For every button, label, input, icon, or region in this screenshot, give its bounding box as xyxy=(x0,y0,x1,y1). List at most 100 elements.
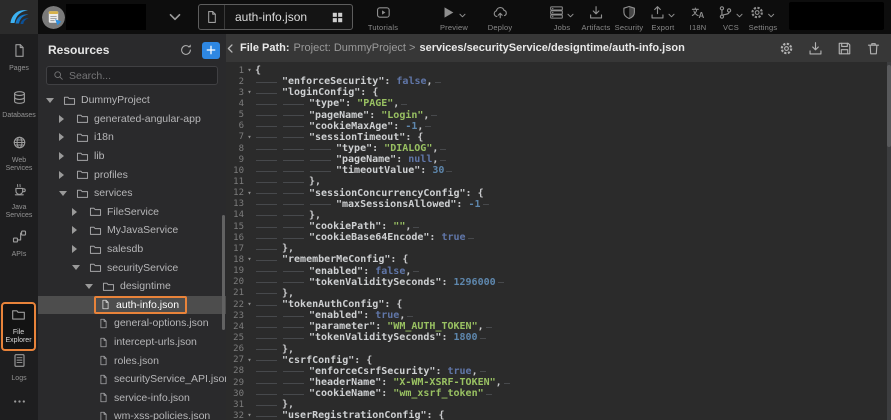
code-line-6[interactable]: 6"cookieMaxAge": -1, xyxy=(226,121,891,132)
code-line-18[interactable]: 18▾"rememberMeConfig": { xyxy=(226,254,891,265)
code-line-7[interactable]: 7▾"sessionTimeout": { xyxy=(226,132,891,143)
tree-item-designtime[interactable]: designtime xyxy=(38,277,226,296)
tree-item-auth-info-json[interactable]: auth-info.json xyxy=(38,296,226,315)
add-resource-button[interactable] xyxy=(202,42,220,59)
save-icon[interactable] xyxy=(837,41,852,56)
tree-item-intercept-urls-json[interactable]: intercept-urls.json xyxy=(38,333,226,352)
code-line-11[interactable]: 11}, xyxy=(226,176,891,187)
refresh-icon[interactable] xyxy=(179,43,193,57)
tree-item-fileservice[interactable]: FileService xyxy=(38,203,226,222)
chevron-expanded-icon[interactable] xyxy=(72,265,84,270)
code-line-23[interactable]: 23"enabled": true, xyxy=(226,310,891,321)
fold-marker-icon[interactable]: ▾ xyxy=(244,301,255,308)
toolbar-jobs-button[interactable]: Jobs xyxy=(549,4,575,32)
tree-item-profiles[interactable]: profiles xyxy=(38,165,226,184)
sidebar-item-logs[interactable]: Logs xyxy=(0,353,38,383)
code-line-14[interactable]: 14}, xyxy=(226,210,891,221)
fold-marker-icon[interactable]: ▾ xyxy=(244,190,255,197)
settings-icon[interactable] xyxy=(779,41,794,56)
sidebar-item-databases[interactable]: Databases xyxy=(0,90,38,120)
fold-marker-icon[interactable]: ▾ xyxy=(244,412,255,419)
code-line-25[interactable]: 25"tokenValiditySeconds": 1800 xyxy=(226,332,891,343)
toolbar-security-button[interactable]: Security xyxy=(615,4,644,32)
sidebar-item-apis[interactable]: APIs xyxy=(0,229,38,259)
tree-item-roles-json[interactable]: roles.json xyxy=(38,351,226,370)
fold-marker-icon[interactable]: ▾ xyxy=(244,67,255,74)
code-line-12[interactable]: 12▾"sessionConcurrencyConfig": { xyxy=(226,188,891,199)
toolbar-tutorials-button[interactable]: Tutorials xyxy=(368,4,398,32)
chevron-expanded-icon[interactable] xyxy=(59,191,71,196)
code-line-26[interactable]: 26}, xyxy=(226,344,891,355)
chevron-collapsed-icon[interactable] xyxy=(72,245,84,253)
toolbar-preview-button[interactable]: Preview xyxy=(440,4,468,32)
editor-scrollbar-thumb[interactable] xyxy=(887,65,891,147)
tree-item-salesdb[interactable]: salesdb xyxy=(38,240,226,259)
download-icon[interactable] xyxy=(808,41,823,56)
code-line-2[interactable]: 2"enforceSecurity": false, xyxy=(226,76,891,87)
code-line-5[interactable]: 5"pageName": "Login", xyxy=(226,110,891,121)
chevron-collapsed-icon[interactable] xyxy=(59,115,71,123)
code-editor[interactable]: 1▾{2"enforceSecurity": false,3▾"loginCon… xyxy=(226,62,891,420)
toolbar-vcs-button[interactable]: VCS xyxy=(718,4,744,32)
tree-item-securityservice[interactable]: securityService xyxy=(38,258,226,277)
delete-icon[interactable] xyxy=(866,41,881,56)
collapse-panel-button[interactable] xyxy=(226,41,237,56)
sidebar-item-more[interactable] xyxy=(0,394,38,414)
toolbar-artifacts-button[interactable]: Artifacts xyxy=(582,4,611,32)
toolbar-export-button[interactable]: Export xyxy=(650,4,676,32)
sidebar-item-web-services[interactable]: Web Services xyxy=(0,135,38,173)
fold-marker-icon[interactable]: ▾ xyxy=(244,134,255,141)
editor-scrollbar[interactable] xyxy=(887,62,891,420)
code-line-19[interactable]: 19"enabled": false, xyxy=(226,266,891,277)
code-line-30[interactable]: 30"cookieName": "wm_xsrf_token" xyxy=(226,388,891,399)
fold-marker-icon[interactable]: ▾ xyxy=(244,256,255,263)
tree-item-dummyproject[interactable]: DummyProject xyxy=(38,91,226,110)
resource-search-input[interactable]: Search... xyxy=(46,66,218,85)
fold-marker-icon[interactable]: ▾ xyxy=(244,89,255,96)
code-line-22[interactable]: 22▾"tokenAuthConfig": { xyxy=(226,299,891,310)
code-line-15[interactable]: 15"cookiePath": "", xyxy=(226,221,891,232)
fold-marker-icon[interactable]: ▾ xyxy=(244,357,255,364)
grid-icon[interactable] xyxy=(331,11,352,24)
chevron-collapsed-icon[interactable] xyxy=(59,133,71,141)
code-line-3[interactable]: 3▾"loginConfig": { xyxy=(226,87,891,98)
chevron-collapsed-icon[interactable] xyxy=(59,171,71,179)
code-line-27[interactable]: 27▾"csrfConfig": { xyxy=(226,355,891,366)
code-line-13[interactable]: 13"maxSessionsAllowed": -1 xyxy=(226,199,891,210)
code-line-28[interactable]: 28"enforceCsrfSecurity": true, xyxy=(226,366,891,377)
app-logo[interactable] xyxy=(0,0,38,34)
sidebar-item-pages[interactable]: Pages xyxy=(0,43,38,73)
sidebar-item-java-services[interactable]: Java Services xyxy=(0,182,38,220)
tree-item-lib[interactable]: lib xyxy=(38,147,226,166)
code-line-9[interactable]: 9"pageName": null, xyxy=(226,154,891,165)
tree-item-i18n[interactable]: i18n xyxy=(38,128,226,147)
tree-item-securityservice-api-json[interactable]: securityService_API.json xyxy=(38,370,226,389)
code-line-8[interactable]: 8"type": "DIALOG", xyxy=(226,143,891,154)
chevron-expanded-icon[interactable] xyxy=(85,284,97,289)
code-line-32[interactable]: 32▾"userRegistrationConfig": { xyxy=(226,410,891,420)
chevron-expanded-icon[interactable] xyxy=(46,98,58,103)
tree-scrollbar[interactable] xyxy=(222,215,225,330)
open-file-tab[interactable]: auth-info.json xyxy=(198,4,353,30)
tree-item-general-options-json[interactable]: general-options.json xyxy=(38,314,226,333)
code-line-4[interactable]: 4"type": "PAGE", xyxy=(226,98,891,109)
sidebar-item-file-explorer[interactable]: File Explorer xyxy=(1,302,36,351)
chevron-collapsed-icon[interactable] xyxy=(59,152,71,160)
chevron-collapsed-icon[interactable] xyxy=(72,226,84,234)
code-line-17[interactable]: 17}, xyxy=(226,243,891,254)
chevron-collapsed-icon[interactable] xyxy=(72,208,84,216)
project-switcher-chevron-icon[interactable] xyxy=(167,9,183,25)
tree-item-generated-angular-app[interactable]: generated-angular-app xyxy=(38,110,226,129)
code-line-10[interactable]: 10"timeoutValue": 30 xyxy=(226,165,891,176)
code-line-29[interactable]: 29"headerName": "X-WM-XSRF-TOKEN", xyxy=(226,377,891,388)
tree-item-wm-xss-policies-json[interactable]: wm-xss-policies.json xyxy=(38,407,226,420)
project-avatar[interactable] xyxy=(42,6,65,29)
toolbar-i18n-button[interactable]: AI18N xyxy=(690,4,707,32)
code-line-1[interactable]: 1▾{ xyxy=(226,65,891,76)
toolbar-settings-button[interactable]: Settings xyxy=(749,4,778,32)
toolbar-deploy-button[interactable]: Deploy xyxy=(488,4,513,32)
code-line-31[interactable]: 31}, xyxy=(226,399,891,410)
code-line-21[interactable]: 21}, xyxy=(226,288,891,299)
tree-item-myjavaservice[interactable]: MyJavaService xyxy=(38,221,226,240)
tree-item-services[interactable]: services xyxy=(38,184,226,203)
